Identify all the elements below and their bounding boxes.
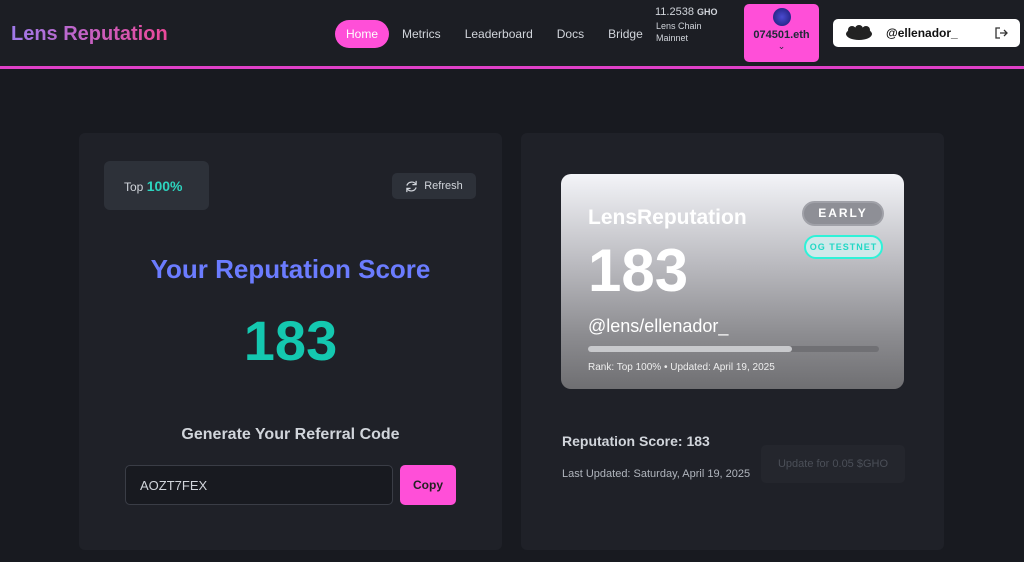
og-testnet-tag: OG TESTNET <box>804 235 883 259</box>
top-nav: Lens Reputation Home Metrics Leaderboard… <box>0 0 1024 69</box>
badge-card: LensReputation 183 @lens/ellenador_ EARL… <box>521 133 944 550</box>
nav-docs[interactable]: Docs <box>546 20 595 48</box>
refresh-icon <box>406 180 417 192</box>
nav-home[interactable]: Home <box>335 20 390 48</box>
wallet-name: 074501.eth <box>753 29 810 41</box>
refresh-button[interactable]: Refresh <box>392 173 476 199</box>
nav-leaderboard[interactable]: Leaderboard <box>454 20 544 48</box>
score-title: Your Reputation Score <box>150 254 431 284</box>
badge-title: LensReputation <box>588 206 747 229</box>
reputation-badge: LensReputation 183 @lens/ellenador_ EARL… <box>561 174 904 389</box>
badge-handle: @lens/ellenador_ <box>588 316 729 336</box>
balance-value: 11.2538 <box>655 6 694 18</box>
copy-button[interactable]: Copy <box>400 465 456 505</box>
badge-meta: Rank: Top 100% • Updated: April 19, 2025 <box>588 362 775 373</box>
referral-title: Generate Your Referral Code <box>181 426 400 443</box>
user-profile[interactable]: @ellenador_ <box>833 19 1020 47</box>
top-value: 100% <box>146 178 183 194</box>
wallet-button[interactable]: 074501.eth ⌄ <box>744 4 819 62</box>
score-card: Top 100% Refresh Your Reputation Score 1… <box>79 133 502 550</box>
reputation-score-line: Reputation Score: 183 <box>562 433 710 449</box>
referral-code-input[interactable]: AOZT7FEX <box>125 465 393 505</box>
progress-bar <box>588 346 879 352</box>
wallet-avatar <box>772 8 791 26</box>
balance: 11.2538 GHO <box>655 6 718 18</box>
chevron-down-icon: ⌄ <box>777 41 786 51</box>
top-rank-badge: Top 100% <box>104 161 209 210</box>
nav-bridge[interactable]: Bridge <box>597 20 654 48</box>
nav-metrics[interactable]: Metrics <box>391 20 452 48</box>
balance-unit: GHO <box>697 7 718 17</box>
badge-score: 183 <box>588 237 689 304</box>
refresh-label: Refresh <box>424 180 463 192</box>
avatar-icon <box>846 25 872 40</box>
last-updated: Last Updated: Saturday, April 19, 2025 <box>562 468 751 480</box>
nav-links: Home Metrics Leaderboard Docs Bridge <box>335 20 656 48</box>
score-value: 183 <box>243 309 338 372</box>
logo[interactable]: Lens Reputation <box>11 23 168 46</box>
chain-name: Lens Chain Mainnet <box>656 21 702 43</box>
top-label: Top <box>124 180 144 194</box>
username: @ellenador_ <box>886 26 958 40</box>
progress-fill <box>588 346 792 352</box>
early-tag: EARLY <box>802 201 884 226</box>
update-button[interactable]: Update for 0.05 $GHO <box>761 445 905 483</box>
logout-icon[interactable] <box>994 26 1008 40</box>
